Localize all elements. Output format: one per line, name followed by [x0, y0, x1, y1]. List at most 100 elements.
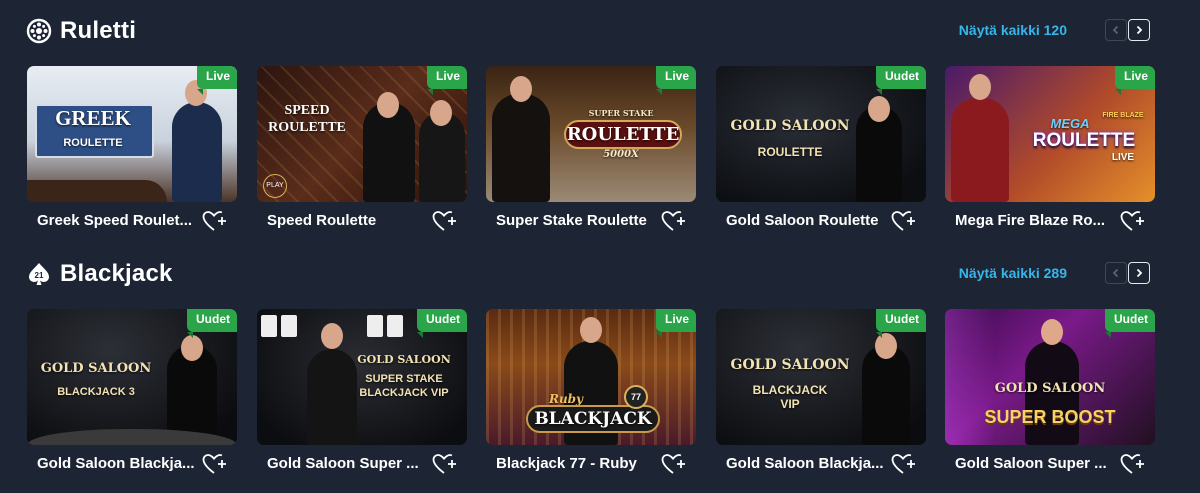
- game-art-subtitle: BLACKJACK VIP: [359, 387, 449, 399]
- game-thumbnail[interactable]: SUPER STAKE ROULETTE 5000X Live: [486, 66, 696, 202]
- game-card[interactable]: GOLD SALOON ROULETTE Uudet Gold Saloon R…: [716, 66, 926, 240]
- new-badge: Uudet: [1105, 309, 1155, 338]
- carousel-prev-button[interactable]: [1105, 262, 1127, 284]
- dealer-head: [430, 100, 452, 126]
- live-badge: Live: [196, 66, 237, 95]
- game-art-title: GOLD SALOON: [730, 118, 850, 134]
- svg-text:21: 21: [35, 271, 44, 280]
- game-art-title: SPEED: [284, 103, 330, 118]
- game-art-tag: FIRE BLAZE: [1102, 112, 1144, 119]
- game-card[interactable]: GOLD SALOON SUPER BOOST Uudet Gold Saloo…: [945, 309, 1155, 483]
- game-card[interactable]: GOLD SALOON BLACKJACK 3 Uudet Gold Saloo…: [27, 309, 237, 483]
- dealer-head: [321, 323, 343, 349]
- game-art-title: BLACKJACK: [526, 405, 660, 433]
- game-art-multiplier: 5000X: [603, 149, 639, 160]
- favorite-heart-icon[interactable]: [661, 452, 687, 476]
- game-art-subtitle: SUPER STAKE: [588, 108, 654, 118]
- game-title[interactable]: Mega Fire Blaze Ro...: [955, 212, 1115, 229]
- game-art-title: ROULETTE: [564, 120, 682, 149]
- carousel-next-button[interactable]: [1128, 262, 1150, 284]
- game-art-title: GOLD SALOON: [730, 357, 850, 373]
- dealer-figure: [862, 345, 910, 445]
- game-art-title: GOLD SALOON: [357, 353, 451, 366]
- game-title[interactable]: Gold Saloon Roulette: [726, 212, 886, 229]
- dealer-figure: [492, 94, 550, 202]
- game-card[interactable]: MEGA FIRE BLAZE ROULETTE LIVE Live Mega …: [945, 66, 1155, 240]
- game-art-subtitle: VIP: [780, 397, 800, 411]
- game-thumbnail[interactable]: GOLD SALOON SUPER STAKE BLACKJACK VIP Uu…: [257, 309, 467, 445]
- game-card[interactable]: SPEED ROULETTE PLAY Live Speed Roulette: [257, 66, 467, 240]
- game-art-subtitle: ROULETTE: [268, 120, 346, 135]
- card-graphic: [261, 315, 277, 337]
- game-art-subtitle: LIVE: [1111, 152, 1135, 163]
- new-badge: Uudet: [417, 309, 467, 338]
- card-graphic: [387, 315, 403, 337]
- game-art-subtitle: BLACKJACK: [752, 383, 828, 397]
- carousel-next-button[interactable]: [1128, 19, 1150, 41]
- live-badge: Live: [655, 309, 696, 338]
- game-title[interactable]: Gold Saloon Blackja...: [726, 455, 886, 472]
- game-title[interactable]: Greek Speed Roulet...: [37, 212, 197, 229]
- card-graphic: [367, 315, 383, 337]
- new-badge: Uudet: [876, 309, 926, 338]
- roulette-wheel-icon: [26, 18, 52, 44]
- game-title[interactable]: Gold Saloon Super ...: [267, 455, 427, 472]
- favorite-heart-icon[interactable]: [1120, 209, 1146, 233]
- game-thumbnail[interactable]: GOLD SALOON BLACKJACK 3 Uudet: [27, 309, 237, 445]
- dealer-head: [580, 317, 602, 343]
- live-badge: Live: [426, 66, 467, 95]
- favorite-heart-icon[interactable]: [202, 209, 228, 233]
- game-card[interactable]: GOLD SALOON BLACKJACK VIP Uudet Gold Sal…: [716, 309, 926, 483]
- favorite-heart-icon[interactable]: [202, 452, 228, 476]
- favorite-heart-icon[interactable]: [432, 209, 458, 233]
- carousel-prev-button[interactable]: [1105, 19, 1127, 41]
- dealer-head: [1041, 319, 1063, 345]
- game-art-subtitle: ROULETTE: [63, 137, 123, 149]
- game-card[interactable]: SUPER STAKE ROULETTE 5000X Live Super St…: [486, 66, 696, 240]
- game-title[interactable]: Blackjack 77 - Ruby: [496, 455, 656, 472]
- game-thumbnail[interactable]: GOLD SALOON BLACKJACK VIP Uudet: [716, 309, 926, 445]
- game-card[interactable]: Ruby BLACKJACK 77 Live Blackjack 77 - Ru…: [486, 309, 696, 483]
- game-title[interactable]: Gold Saloon Super ...: [955, 455, 1115, 472]
- chevron-left-icon: [1112, 268, 1119, 278]
- game-title[interactable]: Super Stake Roulette: [496, 212, 656, 229]
- show-all-link[interactable]: Näytä kaikki 120: [959, 22, 1067, 38]
- game-card[interactable]: GOLD SALOON SUPER STAKE BLACKJACK VIP Uu…: [257, 309, 467, 483]
- game-art-title: GREEK: [55, 106, 131, 130]
- favorite-heart-icon[interactable]: [432, 452, 458, 476]
- chevron-right-icon: [1136, 268, 1143, 278]
- dealer-head: [377, 92, 399, 118]
- game-thumbnail[interactable]: Ruby BLACKJACK 77 Live: [486, 309, 696, 445]
- chevron-right-icon: [1136, 25, 1143, 35]
- game-art-subtitle: SUPER STAKE: [365, 373, 443, 385]
- game-art-subtitle: ROULETTE: [757, 145, 823, 159]
- new-badge: Uudet: [187, 309, 237, 338]
- game-title[interactable]: Speed Roulette: [267, 212, 427, 229]
- live-badge: Live: [655, 66, 696, 95]
- favorite-heart-icon[interactable]: [891, 452, 917, 476]
- show-all-link[interactable]: Näytä kaikki 289: [959, 265, 1067, 281]
- dealer-figure: [951, 98, 1009, 202]
- game-art-title: GOLD SALOON: [994, 381, 1106, 396]
- game-art-title: GOLD SALOON: [40, 361, 152, 376]
- section-title: Ruletti: [60, 17, 137, 44]
- favorite-heart-icon[interactable]: [891, 209, 917, 233]
- game-thumbnail[interactable]: MEGA FIRE BLAZE ROULETTE LIVE Live: [945, 66, 1155, 202]
- favorite-heart-icon[interactable]: [1120, 452, 1146, 476]
- dealer-head: [181, 335, 203, 361]
- game-thumbnail[interactable]: GREEK ROULETTE Live: [27, 66, 237, 202]
- game-art-subtitle: SUPER BOOST: [984, 407, 1116, 427]
- game-carousel: GOLD SALOON BLACKJACK 3 Uudet Gold Saloo…: [27, 309, 1155, 483]
- dealer-head: [868, 96, 890, 122]
- chevron-left-icon: [1112, 25, 1119, 35]
- game-thumbnail[interactable]: SPEED ROULETTE PLAY Live: [257, 66, 467, 202]
- game-art-subtitle: BLACKJACK 3: [57, 386, 135, 398]
- game-thumbnail[interactable]: GOLD SALOON ROULETTE Uudet: [716, 66, 926, 202]
- live-badge: Live: [1114, 66, 1155, 95]
- game-title[interactable]: Gold Saloon Blackja...: [37, 455, 197, 472]
- card-graphic: [281, 315, 297, 337]
- favorite-heart-icon[interactable]: [661, 209, 687, 233]
- game-card[interactable]: GREEK ROULETTE Live Greek Speed Roulet..…: [27, 66, 237, 240]
- game-thumbnail[interactable]: GOLD SALOON SUPER BOOST Uudet: [945, 309, 1155, 445]
- game-art-subtitle: Ruby: [548, 392, 584, 406]
